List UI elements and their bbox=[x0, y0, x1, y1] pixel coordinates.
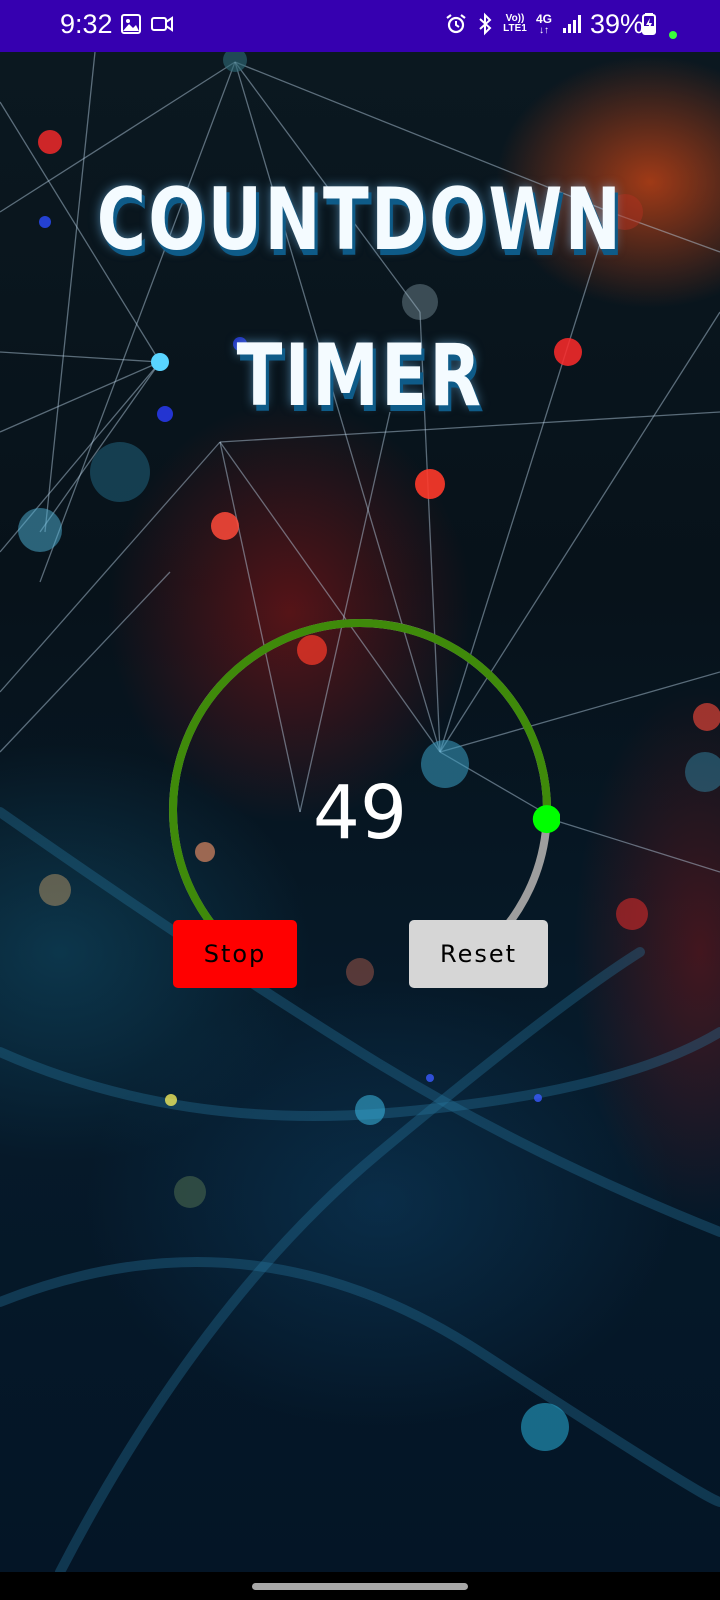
alarm-icon bbox=[446, 14, 466, 34]
battery-percent: 39% bbox=[590, 9, 645, 39]
reset-button[interactable]: Reset bbox=[409, 920, 548, 988]
volte-text: Vo)) LTE1 bbox=[503, 13, 527, 34]
title-line-1: COUNTDOWN bbox=[96, 170, 624, 270]
timer-progress-ring bbox=[169, 619, 560, 930]
reset-button-label: Reset bbox=[439, 940, 518, 968]
network-4g-icon: 4G ↓↑ bbox=[535, 12, 552, 36]
stop-button-label: Stop bbox=[203, 940, 267, 968]
volte-icon: Vo)) LTE1 bbox=[502, 14, 528, 34]
timer-value: 49 bbox=[312, 770, 408, 856]
status-bar: 9:32 Vo)) LTE1 4G ↓↑ 39% bbox=[0, 0, 720, 52]
title-line-2: TIMER bbox=[236, 326, 484, 426]
bluetooth-icon bbox=[479, 12, 492, 36]
stop-button[interactable]: Stop bbox=[173, 920, 297, 988]
signal-icon bbox=[563, 15, 581, 33]
home-gesture-handle[interactable] bbox=[252, 1583, 468, 1590]
network-text: 4G bbox=[535, 12, 552, 26]
timer-progress-thumb[interactable] bbox=[532, 805, 560, 834]
gallery-icon bbox=[121, 14, 141, 34]
navigation-bar bbox=[0, 1572, 720, 1600]
video-camera-icon bbox=[151, 16, 173, 32]
privacy-dot-icon bbox=[669, 31, 677, 39]
status-time: 9:32 bbox=[60, 9, 113, 39]
battery-charging-icon bbox=[642, 13, 656, 35]
